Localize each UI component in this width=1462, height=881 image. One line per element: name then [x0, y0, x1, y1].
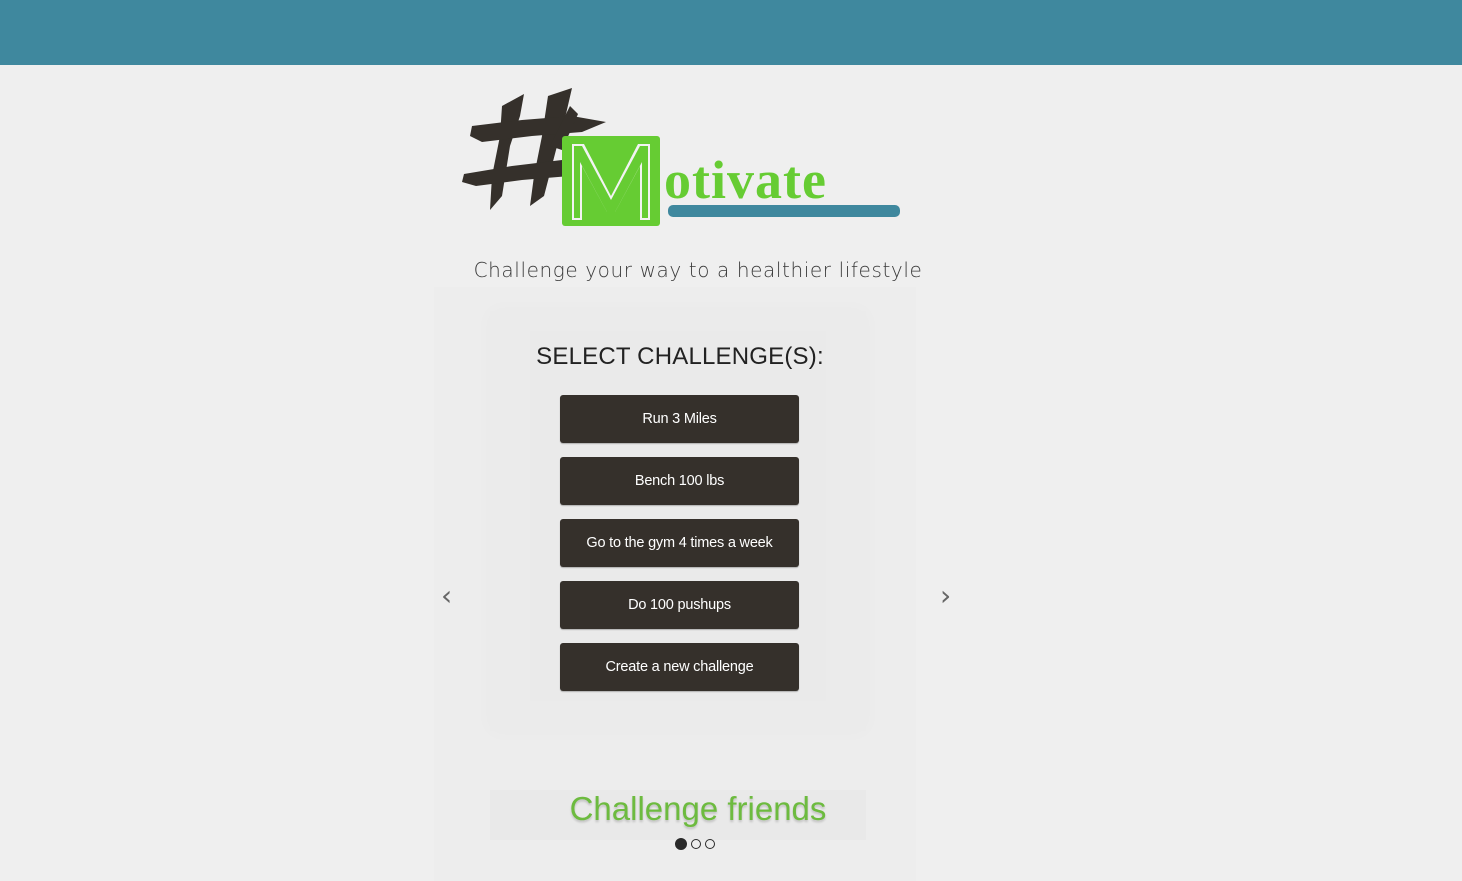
- carousel-indicator-3[interactable]: [705, 839, 715, 849]
- carousel-indicator-1[interactable]: [675, 838, 687, 850]
- tagline: Challenge your way to a healthier lifest…: [473, 258, 923, 282]
- carousel-prev-arrow-icon[interactable]: ‹: [441, 580, 452, 612]
- select-challenges-title: SELECT CHALLENGE(S):: [536, 343, 824, 370]
- challenge-gym-4-times-button[interactable]: Go to the gym 4 times a week: [560, 519, 799, 567]
- challenge-run-3-miles-button[interactable]: Run 3 Miles: [560, 395, 799, 443]
- challenge-friends-title: Challenge friends: [569, 790, 827, 827]
- carousel-indicator-2[interactable]: [691, 839, 701, 849]
- top-header-bar: [0, 0, 1462, 65]
- carousel-next-arrow-icon[interactable]: ›: [940, 580, 951, 612]
- motivate-logo: otivate: [462, 88, 900, 226]
- challenge-bench-100-lbs-button[interactable]: Bench 100 lbs: [560, 457, 799, 505]
- svg-text:otivate: otivate: [664, 150, 827, 210]
- challenge-100-pushups-button[interactable]: Do 100 pushups: [560, 581, 799, 629]
- carousel-indicators: [675, 838, 715, 850]
- create-new-challenge-button[interactable]: Create a new challenge: [560, 643, 799, 691]
